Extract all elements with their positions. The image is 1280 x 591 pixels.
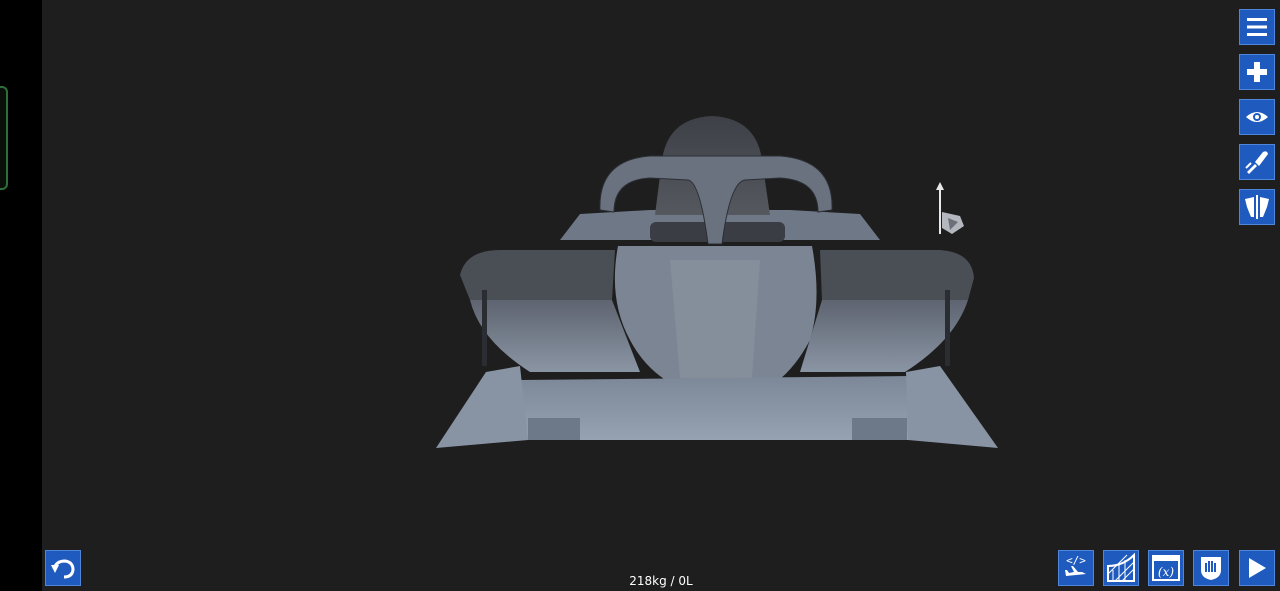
- left-endplate: [436, 366, 528, 448]
- nose-center: [670, 260, 760, 378]
- right-sidepod: [800, 300, 968, 372]
- symmetry-icon: [1245, 195, 1269, 219]
- left-strut: [482, 290, 487, 366]
- mass-fuel-text: 218kg / 0L: [629, 574, 693, 588]
- symmetry-button[interactable]: [1239, 189, 1275, 225]
- mass-fuel-readout: 218kg / 0L: [0, 574, 1280, 588]
- paint-icon: [1245, 151, 1268, 174]
- view-icon: [1246, 112, 1268, 122]
- paint-button[interactable]: [1239, 144, 1275, 180]
- add-part-icon: [1247, 62, 1267, 82]
- left-wing-flap: [528, 418, 580, 440]
- left-sidepod: [470, 300, 640, 372]
- svg-text:</>: </>: [1066, 554, 1086, 567]
- com-arrow-head: [936, 182, 944, 190]
- right-strut: [945, 290, 950, 366]
- menu-button[interactable]: [1239, 9, 1275, 45]
- right-endplate: [906, 366, 998, 448]
- right-sidepod-top: [820, 250, 974, 300]
- right-wing-flap: [852, 418, 907, 440]
- menu-icon: [1247, 18, 1267, 36]
- car-model[interactable]: [0, 0, 1280, 591]
- view-button[interactable]: [1239, 99, 1275, 135]
- add-part-button[interactable]: [1239, 54, 1275, 90]
